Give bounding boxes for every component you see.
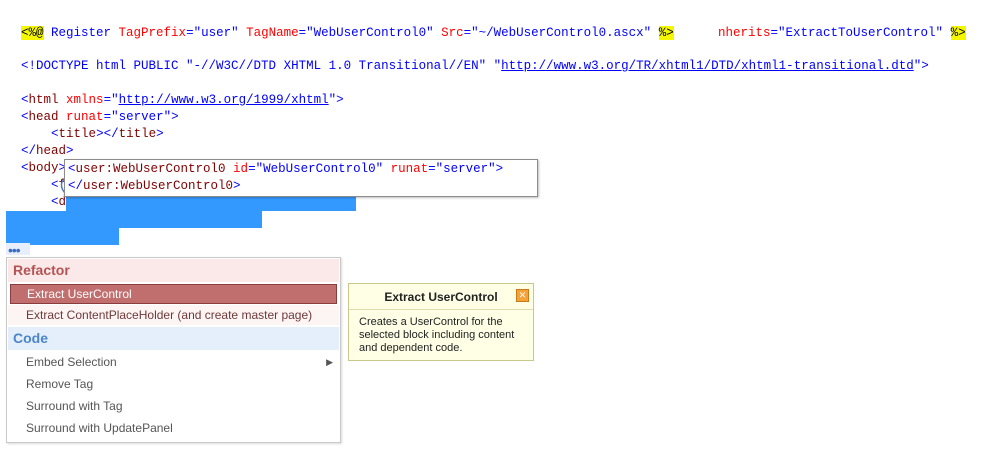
doctype-keyword: <!DOCTYPE html PUBLIC [21,59,187,73]
tooltip-divider [349,309,533,310]
menu-item-embed-selection[interactable]: Embed Selection ▶ [8,352,339,372]
server-tag-open: <%@ [21,26,44,40]
val-src: ="~/WebUserControl0.ascx" [463,26,652,40]
menu-item-extract-usercontrol[interactable]: Extract UserControl [10,284,337,304]
tooltip-body: Creates a UserControl for the selected b… [359,316,515,354]
embed-selection-label: Embed Selection [26,355,117,369]
code-line-body-open: <body> [21,161,67,175]
code-line-head-close: </head> [21,144,74,158]
usercontrol-preview-popup: <user:WebUserControl0 id="WebUserControl… [64,159,538,197]
directive-name: Register [43,26,119,40]
preview-line-1: <user:WebUserControl0 id="WebUserControl… [68,162,504,176]
code-line-register-directive: <%@ Register TagPrefix="user" TagName="W… [6,8,674,40]
doctype-public-id: "-//W3C//DTD XHTML 1.0 Transitional//EN" [186,59,487,73]
menu-item-extract-contentplaceholder[interactable]: Extract ContentPlaceHolder (and create m… [8,305,339,325]
menu-item-surround-with-updatepanel[interactable]: Surround with UpdatePanel [8,418,339,438]
val-inherits: ="ExtractToUserControl" [770,26,944,40]
smart-tag-ellipsis-icon[interactable]: ••• [8,243,21,257]
code-line-doctype: <!DOCTYPE html PUBLIC "-//W3C//DTD XHTML… [21,59,929,73]
preview-line-2: </user:WebUserControl0> [68,179,241,193]
submenu-arrow-icon: ▶ [326,357,333,367]
menu-header-refactor: Refactor [8,259,339,282]
attr-tagname: TagName [238,26,299,40]
server-tag-close: %> [658,26,674,40]
tooltip-title: Extract UserControl [384,290,498,304]
extract-usercontrol-tooltip: Extract UserControl ✕ Creates a UserCont… [348,283,534,361]
selected-code-line-2[interactable]: <p>My paragraph</p> [68,211,256,243]
preview-tag-name: user:WebUserControl0 [75,162,226,176]
menu-item-remove-tag[interactable]: Remove Tag [8,374,339,394]
doctype-dtd-link[interactable]: http://www.w3.org/TR/xhtml1/DTD/xhtml1-t… [501,59,914,73]
attr-src: Src [433,26,464,40]
menu-item-surround-with-tag[interactable]: Surround with Tag [8,396,339,416]
code-line-title: <title></title> [51,127,164,141]
refactor-context-menu: Refactor Extract UserControl Extract Con… [6,257,341,443]
code-line-head-open: <head runat="server"> [21,110,179,124]
attr-inherits: nherits [718,26,771,40]
val-tagname: ="WebUserControl0" [298,26,434,40]
attr-tagprefix: TagPrefix [118,26,187,40]
val-tagprefix: ="user" [186,26,239,40]
code-line-page-directive-tail: nherits="ExtractToUserControl" %> [703,8,966,40]
code-line-html-open: <html xmlns="http://www.w3.org/1999/xhtm… [21,93,344,107]
server-tag-close-2: %> [950,26,966,40]
doctype-end: > [921,59,929,73]
tooltip-close-icon[interactable]: ✕ [516,289,529,302]
menu-header-code: Code [8,327,339,350]
